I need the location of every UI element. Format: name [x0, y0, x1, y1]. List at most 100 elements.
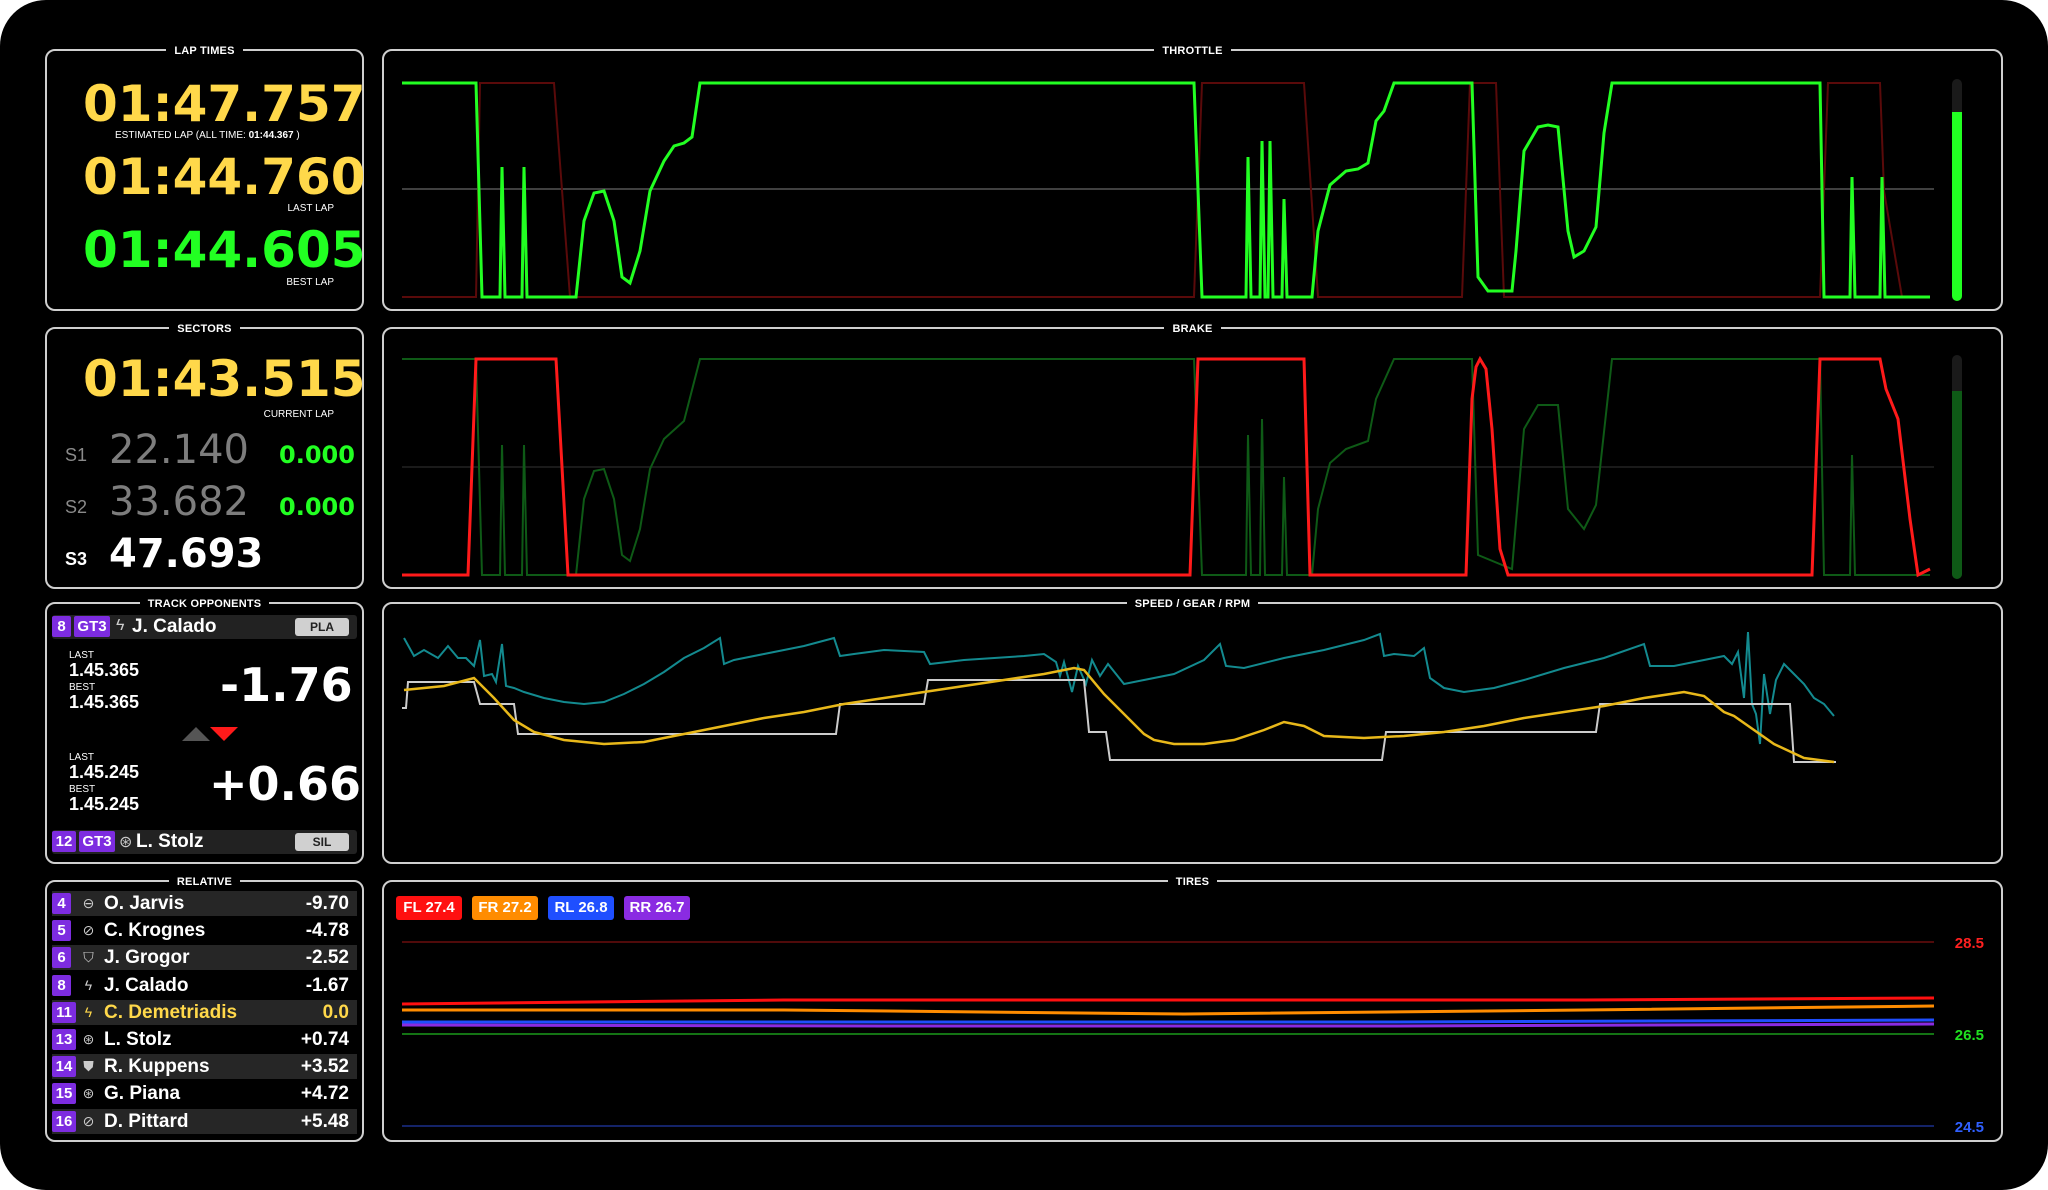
relative-row: 16 ⊘ D. Pittard +5.48	[52, 1108, 357, 1134]
opponent-ahead-best: 1.45.365	[69, 692, 140, 712]
relative-driver-name: J. Grogor	[104, 947, 190, 969]
opponent-behind-last: 1.45.245	[69, 762, 140, 782]
relative-row: 6 ⛉ J. Grogor -2.52	[52, 945, 357, 971]
brake-graph	[402, 355, 1934, 578]
relative-position: 16	[52, 1110, 76, 1132]
lap-times-panel: LAP TIMES 01:47.757 ESTIMATED LAP (ALL T…	[45, 45, 366, 311]
tire-chip-rr: RR 26.7	[624, 896, 690, 920]
tire-chip-rl: RL 26.8	[548, 896, 614, 920]
shield-icon: ⛊	[83, 1058, 94, 1075]
tire-rr-trace	[401, 1022, 1935, 1028]
relative-position: 5	[52, 920, 71, 942]
relative-gap: -9.70	[305, 893, 349, 914]
opponent-ahead-header: 8 GT3 ϟ J. Calado PLA	[52, 615, 357, 639]
relative-row: 11 ϟ C. Demetriadis 0.0	[52, 999, 357, 1025]
relative-row: 4 ⊖ O. Jarvis -9.70	[52, 891, 357, 916]
tire-chip-fl: FL 27.4	[396, 896, 462, 920]
relative-position: 4	[52, 893, 71, 914]
current-lap-time: 01:43.515	[83, 350, 366, 408]
sector-3-label: S3	[65, 549, 88, 569]
relative-driver-name: R. Kuppens	[104, 1056, 210, 1078]
all-time-best: 01:44.367	[248, 130, 294, 141]
brake-panel: BRAKE	[382, 323, 2003, 589]
gear-trace	[402, 679, 1836, 763]
tires-axis-label-max: 28.5	[1955, 935, 1984, 952]
opponent-behind-name: L. Stolz	[136, 831, 204, 852]
estimated-lap-label-text: ESTIMATED LAP (ALL TIME:	[115, 130, 249, 141]
relative-driver-name: D. Pittard	[104, 1110, 189, 1132]
throttle-brake-overlay	[402, 82, 1903, 298]
relative-gap: +3.52	[300, 1056, 349, 1078]
sector-2-label: S2	[65, 497, 88, 517]
track-opponents-title: TRACK OPPONENTS	[139, 598, 270, 610]
sector-2-delta: 0.000	[279, 493, 355, 521]
throttle-level-bar	[1952, 79, 1962, 301]
relative-row: 14 ⛊ R. Kuppens +3.52	[52, 1054, 357, 1080]
tires-graph: 28.5 26.5 24.5	[401, 935, 1984, 1136]
relative-driver-name: C. Krognes	[104, 920, 206, 942]
brake-level-fill	[1952, 390, 1962, 579]
estimated-lap-time: 01:47.757	[83, 75, 366, 133]
relative-row: 15 ⊛ G. Piana +4.72	[52, 1081, 357, 1107]
throttle-level-fill	[1952, 112, 1962, 301]
star-circle-icon: ⊛	[119, 834, 133, 851]
relative-panel: RELATIVE 4 ⊖ O. Jarvis -9.70 5 ⊘ C. Krognes -4.…	[45, 876, 364, 1142]
rpm-trace	[403, 631, 1835, 745]
estimated-lap-label: ESTIMATED LAP (ALL TIME: 01:44.367 )	[115, 130, 300, 141]
relative-row: 8 ϟ J. Calado -1.67	[52, 972, 357, 998]
relative-driver-name: L. Stolz	[104, 1029, 172, 1050]
brake-level-bar	[1952, 355, 1962, 579]
track-opponents-panel: TRACK OPPONENTS 8 GT3 ϟ J. Calado PLA LA…	[45, 598, 364, 864]
opponent-behind-class: GT3	[79, 831, 115, 852]
relative-gap: +0.74	[300, 1029, 349, 1050]
best-lap-label: BEST LAP	[286, 277, 334, 288]
relative-gap: +5.48	[300, 1110, 349, 1132]
relative-row: 5 ⊘ C. Krognes -4.78	[52, 918, 357, 944]
relative-driver-name: G. Piana	[104, 1083, 181, 1105]
relative-driver-name: J. Calado	[104, 974, 189, 996]
triangle-icon	[182, 727, 238, 741]
opponent-ahead-class: GT3	[74, 616, 110, 637]
opponent-ahead-track-tag: PLA	[295, 618, 349, 636]
opponent-behind-gap: +0.66	[209, 757, 362, 811]
opponent-behind-position: 12	[52, 831, 76, 852]
relative-position: 8	[52, 974, 71, 996]
tire-fl-trace	[401, 996, 1935, 1006]
sectors-panel: SECTORS 01:43.515 CURRENT LAP S1 22.140 …	[45, 323, 366, 589]
relative-gap: -2.52	[305, 947, 349, 969]
relative-position: 6	[52, 947, 71, 969]
wheel-icon: ⊘	[82, 922, 95, 939]
tires-axis-label-mid: 26.5	[1955, 1027, 1984, 1044]
speed-trace	[403, 666, 1835, 764]
shield-icon: ⛉	[83, 949, 94, 966]
lightning-icon: ϟ	[84, 1003, 93, 1020]
relative-driver-name: O. Jarvis	[104, 893, 185, 914]
sector-1-delta: 0.000	[279, 441, 355, 469]
throttle-panel: THROTTLE	[382, 45, 2003, 311]
relative-row: 13 ⊛ L. Stolz +0.74	[52, 1027, 357, 1052]
sectors-title: SECTORS	[169, 323, 240, 335]
throttle-graph	[402, 81, 1934, 299]
relative-driver-name: C. Demetriadis	[104, 1001, 238, 1023]
lap-times-title: LAP TIMES	[166, 45, 243, 57]
opponent-ahead-gap: -1.76	[220, 658, 353, 712]
throttle-trace	[402, 81, 1930, 299]
gap-direction-icon	[182, 726, 238, 747]
relative-position: 13	[52, 1029, 76, 1050]
sector-2-time: 33.682	[109, 479, 249, 525]
tire-rl-trace	[402, 1018, 1935, 1024]
sector-1-label: S1	[65, 445, 88, 465]
star-circle-icon: ⊛	[82, 1031, 95, 1047]
tire-chip-fr: FR 27.2	[472, 896, 538, 920]
opponent-behind-best: 1.45.245	[69, 794, 140, 814]
estimated-lap-label-end: )	[293, 130, 300, 141]
speed-gear-rpm-graph	[402, 631, 1836, 764]
tires-axis-label-min: 24.5	[1955, 1119, 1984, 1136]
relative-gap: 0.0	[322, 1001, 349, 1023]
wheel-icon: ⊘	[82, 1112, 95, 1129]
relative-position: 11	[52, 1001, 76, 1023]
best-lap-time: 01:44.605	[83, 221, 366, 279]
lightning-icon: ϟ	[84, 976, 93, 993]
star-circle-icon: ⊛	[82, 1085, 95, 1102]
sector-1-time: 22.140	[109, 427, 249, 473]
